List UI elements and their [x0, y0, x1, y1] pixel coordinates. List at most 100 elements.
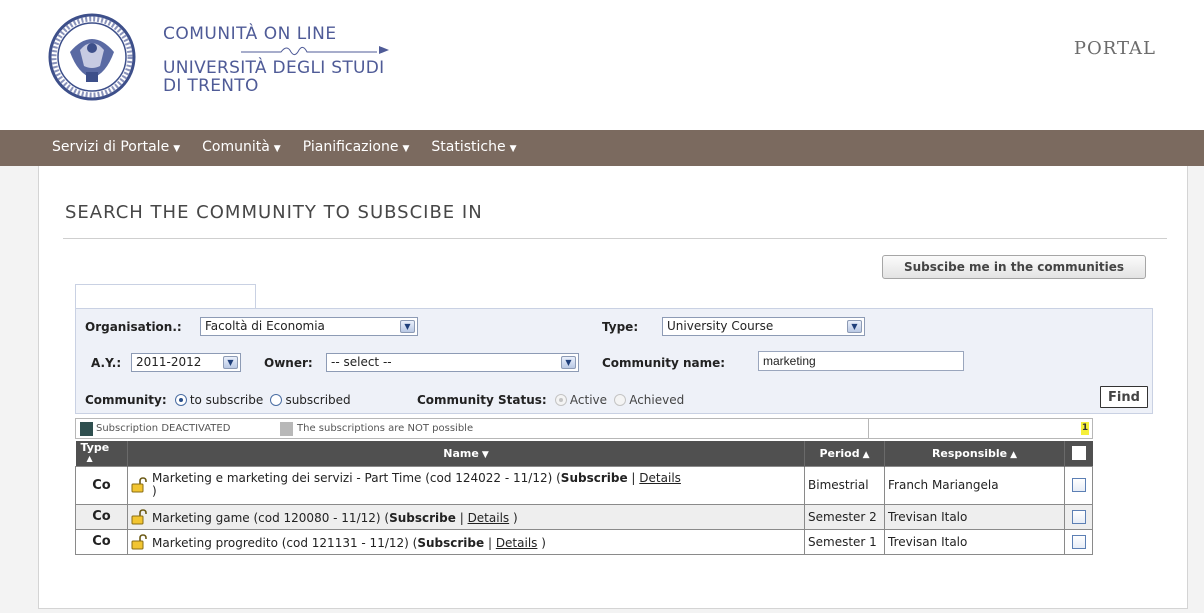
subscribe-link[interactable]: Subscribe — [561, 471, 628, 485]
type-label: Type: — [602, 320, 639, 334]
content-panel: SEARCH THE COMMUNITY TO SUBSCIBE IN Subs… — [38, 166, 1188, 609]
column-label: Period — [819, 446, 860, 460]
closing-paren: ) — [152, 484, 157, 498]
brand-title: COMUNITÀ ON LINE — [163, 24, 337, 44]
chevron-down-icon: ▼ — [273, 144, 281, 154]
details-link[interactable]: Details — [639, 471, 681, 485]
column-label: Name — [443, 446, 479, 460]
communities-table: Type ▲ Name ▼ Period ▲ Responsible ▲ Co Mark… — [75, 441, 1093, 555]
select-cell — [1064, 465, 1093, 505]
brand-block[interactable]: COMUNITÀ ON LINE UNIVERSITÀ DEGLI STUDI … — [163, 24, 389, 96]
nav-item-label: Comunità — [202, 139, 270, 155]
filter-tab[interactable] — [75, 284, 256, 309]
type-cell: Co — [75, 503, 128, 530]
closing-paren: ) — [541, 535, 546, 550]
sort-up-icon: ▲ — [1010, 449, 1018, 460]
radio-achieved[interactable]: Achieved — [614, 393, 684, 407]
subscribe-link[interactable]: Subscribe — [417, 536, 484, 550]
column-type[interactable]: Type ▲ — [75, 440, 128, 466]
table-row: Co Marketing game (cod 120080 - 11/12) (… — [75, 503, 1093, 530]
community-status-filter: Community Status: Active Achieved — [417, 393, 684, 407]
nav-pianificazione[interactable]: Pianificazione ▼ — [303, 139, 410, 155]
chevron-down-icon: ▼ — [400, 320, 415, 333]
legend-divider — [868, 419, 869, 438]
main-nav: Servizi di Portale ▼ Comunità ▼ Pianificaz… — [0, 130, 1204, 166]
subscribe-link[interactable]: Subscribe — [389, 511, 456, 525]
nav-servizi-di-portale[interactable]: Servizi di Portale ▼ — [52, 139, 180, 155]
select-all-checkbox[interactable] — [1071, 446, 1086, 461]
deactivated-legend-text: Subscription DEACTIVATED — [96, 423, 231, 434]
nav-item-label: Statistiche — [431, 139, 506, 155]
community-name: Marketing e marketing dei servizi - Part… — [152, 471, 561, 485]
page-number[interactable]: 1 — [1081, 422, 1089, 435]
column-select-all — [1064, 441, 1093, 466]
university-seal-icon[interactable] — [36, 12, 148, 102]
find-button[interactable]: Find — [1100, 386, 1148, 408]
period-cell: Semester 1 — [804, 528, 885, 555]
not-possible-legend-text: The subscriptions are NOT possible — [297, 423, 474, 434]
university-city: DI TRENTO — [163, 76, 259, 96]
link-separator: | — [487, 535, 492, 550]
owner-value: -- select -- — [331, 355, 392, 369]
radio-label: Active — [569, 393, 608, 407]
academic-year-value: 2011-2012 — [136, 355, 202, 369]
row-checkbox[interactable] — [1071, 509, 1086, 524]
radio-active[interactable]: Active — [554, 393, 608, 407]
nav-item-label: Servizi di Portale — [52, 139, 170, 155]
select-cell — [1064, 503, 1093, 530]
owner-select[interactable]: -- select -- ▼ — [326, 353, 579, 372]
chevron-down-icon: ▼ — [847, 320, 862, 333]
table-row: Co Marketing progredito (cod 121131 - 11… — [75, 528, 1093, 555]
sort-up-icon: ▲ — [862, 449, 870, 460]
page-title: SEARCH THE COMMUNITY TO SUBSCIBE IN — [65, 202, 483, 223]
nav-statistiche[interactable]: Statistiche ▼ — [431, 139, 516, 155]
responsible-cell: Trevisan Italo — [884, 503, 1065, 530]
radio-label: subscribed — [285, 393, 351, 407]
community-status-label: Community Status: — [417, 393, 547, 407]
radio-subscribed[interactable]: subscribed — [270, 393, 351, 407]
not-possible-swatch — [280, 422, 293, 436]
column-responsible[interactable]: Responsible ▲ — [884, 441, 1065, 466]
link-separator: | — [459, 510, 464, 525]
row-checkbox[interactable] — [1071, 534, 1086, 549]
title-divider — [63, 238, 1167, 239]
sort-down-icon: ▼ — [481, 449, 489, 460]
community-name-input[interactable] — [758, 351, 964, 371]
radio-to-subscribe[interactable]: to subscribe — [174, 393, 263, 407]
select-cell — [1064, 528, 1093, 555]
details-link[interactable]: Details — [468, 511, 510, 525]
radio-selected-icon — [174, 394, 187, 406]
nav-comunita[interactable]: Comunità ▼ — [202, 139, 281, 155]
closing-paren: ) — [513, 510, 518, 525]
organisation-select[interactable]: Facoltà di Economia ▼ — [200, 317, 418, 336]
period-cell: Bimestrial — [804, 465, 885, 505]
type-select[interactable]: University Course ▼ — [662, 317, 865, 336]
subscribe-communities-button[interactable]: Subscibe me in the communities — [882, 255, 1146, 279]
name-cell: Marketing game (cod 120080 - 11/12) (Sub… — [127, 503, 805, 530]
community-name: Marketing game (cod 120080 - 11/12) ( — [152, 510, 390, 525]
column-period[interactable]: Period ▲ — [804, 441, 885, 466]
column-label: Type — [80, 440, 110, 454]
name-cell: Marketing e marketing dei servizi - Part… — [127, 465, 805, 505]
chevron-down-icon: ▼ — [223, 356, 238, 369]
academic-year-label: A.Y.: — [91, 356, 122, 370]
responsible-cell: Franch Mariangela — [884, 465, 1065, 505]
radio-label: Achieved — [629, 393, 685, 407]
sort-up-icon: ▲ — [86, 453, 93, 463]
row-checkbox[interactable] — [1071, 478, 1086, 493]
organisation-value: Facoltà di Economia — [205, 319, 325, 333]
community-filter: Community: to subscribe subscribed — [85, 393, 351, 407]
academic-year-select[interactable]: 2011-2012 ▼ — [131, 353, 241, 372]
column-name[interactable]: Name ▼ — [127, 441, 805, 466]
nav-item-label: Pianificazione — [302, 139, 399, 155]
radio-disabled-icon — [554, 394, 567, 406]
university-name: UNIVERSITÀ DEGLI STUDI — [163, 58, 385, 78]
chevron-down-icon: ▼ — [173, 144, 181, 154]
unlocked-padlock-icon — [131, 477, 147, 493]
column-label: Responsible — [931, 446, 1008, 460]
portal-link[interactable]: PORTAL — [1074, 38, 1156, 59]
type-cell: Co — [75, 465, 128, 505]
details-link[interactable]: Details — [496, 536, 538, 550]
signature-squiggle-icon — [241, 46, 389, 56]
organisation-label: Organisation.: — [85, 320, 182, 334]
